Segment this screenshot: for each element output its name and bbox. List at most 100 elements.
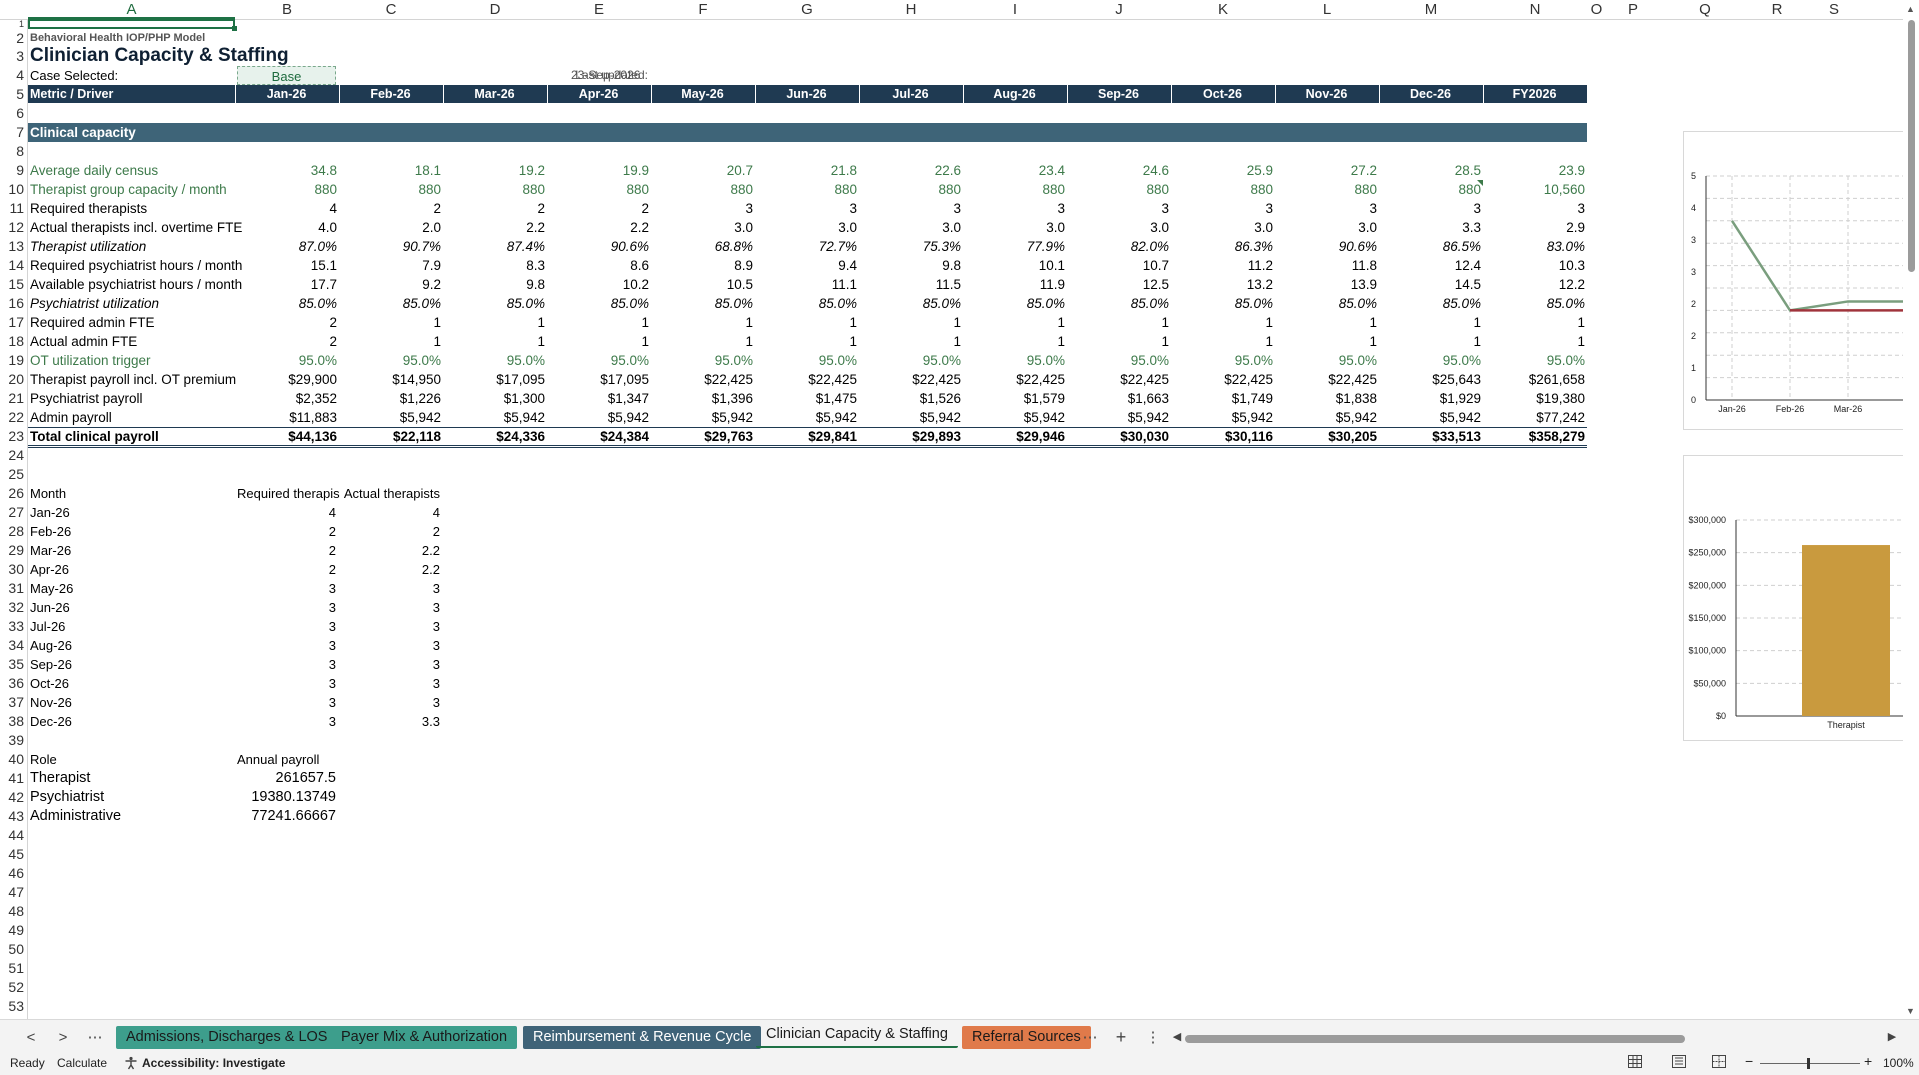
column-header-k[interactable]: K — [1171, 0, 1275, 19]
metric-value[interactable]: 82.0% — [1069, 237, 1169, 256]
metric-value[interactable]: 2 — [237, 332, 337, 351]
metric-label[interactable]: Therapist utilization — [30, 237, 265, 256]
metric-value[interactable]: 12.4 — [1381, 256, 1481, 275]
zoom-level[interactable]: 100% — [1883, 1056, 1914, 1070]
metric-label[interactable]: Psychiatrist payroll — [30, 389, 265, 408]
table2-cell[interactable]: 2.2 — [341, 560, 440, 579]
row-header-47[interactable]: 47 — [0, 883, 24, 902]
comment-indicator[interactable] — [1477, 180, 1483, 186]
therapists-line-chart[interactable]: Jan-26Feb-26Mar-26A01223345 — [1683, 131, 1907, 430]
header-month[interactable]: Aug-26 — [965, 85, 1064, 104]
metric-value[interactable]: 23.4 — [965, 161, 1065, 180]
sheet-grid[interactable]: Behavioral Health IOP/PHP Model Clinician… — [28, 19, 1903, 1019]
metric-value[interactable]: 85.0% — [341, 294, 441, 313]
row-header-31[interactable]: 31 — [0, 579, 24, 598]
table2-cell[interactable]: 3.3 — [341, 712, 440, 731]
metric-value[interactable]: $5,942 — [445, 408, 545, 427]
metric-value[interactable]: 75.3% — [861, 237, 961, 256]
column-header-q[interactable]: Q — [1660, 0, 1750, 19]
metric-value[interactable]: $1,396 — [653, 389, 753, 408]
metric-value[interactable]: $1,929 — [1381, 389, 1481, 408]
horizontal-scroll-thumb[interactable] — [1185, 1035, 1685, 1043]
row-header-7[interactable]: 7 — [0, 123, 24, 142]
metric-label[interactable]: Required psychiatrist hours / month — [30, 256, 265, 275]
row-header-48[interactable]: 48 — [0, 902, 24, 921]
row-header-32[interactable]: 32 — [0, 598, 24, 617]
metric-value[interactable]: 1 — [1381, 313, 1481, 332]
table2-header[interactable]: Month — [30, 484, 232, 503]
metric-value[interactable]: 19.2 — [445, 161, 545, 180]
row-header-42[interactable]: 42 — [0, 788, 24, 807]
metric-value[interactable]: 3 — [965, 199, 1065, 218]
metric-label[interactable]: Total clinical payroll — [30, 427, 265, 446]
row-header-38[interactable]: 38 — [0, 712, 24, 731]
metric-value[interactable]: $30,030 — [1069, 427, 1169, 446]
metric-label[interactable]: Required admin FTE — [30, 313, 265, 332]
metric-value[interactable]: $1,838 — [1277, 389, 1377, 408]
metric-value[interactable]: 85.0% — [445, 294, 545, 313]
metric-value[interactable]: $1,663 — [1069, 389, 1169, 408]
table2-cell[interactable]: 3 — [237, 693, 336, 712]
metric-value[interactable]: $30,205 — [1277, 427, 1377, 446]
metric-value[interactable]: 95.0% — [445, 351, 545, 370]
metric-value[interactable]: 3 — [1381, 199, 1481, 218]
metric-value[interactable]: 880 — [653, 180, 753, 199]
row-header-26[interactable]: 26 — [0, 484, 24, 503]
tab-overflow-icon[interactable]: ⋯ — [1080, 1026, 1100, 1049]
metric-value[interactable]: 1 — [1277, 332, 1377, 351]
table2-cell[interactable]: 3 — [237, 674, 336, 693]
metric-value[interactable]: 95.0% — [237, 351, 337, 370]
metric-value[interactable]: 87.4% — [445, 237, 545, 256]
metric-value[interactable]: $5,942 — [1277, 408, 1377, 427]
metric-label[interactable]: Therapist group capacity / month — [30, 180, 265, 199]
table2-cell[interactable]: 2 — [237, 522, 336, 541]
column-header-p[interactable]: P — [1606, 0, 1660, 19]
metric-value[interactable]: 1 — [653, 313, 753, 332]
table3-header[interactable]: Annual payroll — [237, 750, 336, 769]
metric-label[interactable]: Actual therapists incl. overtime FTE — [30, 218, 265, 237]
metric-value[interactable]: 2.2 — [549, 218, 649, 237]
metric-value[interactable]: 28.5 — [1381, 161, 1481, 180]
row-header-5[interactable]: 5 — [0, 85, 24, 104]
column-header-l[interactable]: L — [1275, 0, 1379, 19]
metric-value[interactable]: 2 — [445, 199, 545, 218]
metric-value[interactable]: $11,883 — [237, 408, 337, 427]
metric-value[interactable]: 3 — [1485, 199, 1585, 218]
metric-value[interactable]: 1 — [1173, 313, 1273, 332]
table2-cell[interactable]: Feb-26 — [30, 522, 232, 541]
row-header-52[interactable]: 52 — [0, 978, 24, 997]
page-break-icon[interactable] — [1712, 1055, 1726, 1071]
metric-label[interactable]: Admin payroll — [30, 408, 265, 427]
metric-value[interactable]: $5,942 — [549, 408, 649, 427]
metric-value[interactable]: $17,095 — [549, 370, 649, 389]
metric-value[interactable]: 1 — [1381, 332, 1481, 351]
metric-value[interactable]: 1 — [445, 313, 545, 332]
metric-value[interactable]: 1 — [861, 332, 961, 351]
row-header-45[interactable]: 45 — [0, 845, 24, 864]
row-header-9[interactable]: 9 — [0, 161, 24, 180]
row-header-43[interactable]: 43 — [0, 807, 24, 826]
metric-value[interactable]: $5,942 — [1069, 408, 1169, 427]
row-header-18[interactable]: 18 — [0, 332, 24, 351]
metric-value[interactable]: 20.7 — [653, 161, 753, 180]
table2-cell[interactable]: 3 — [341, 674, 440, 693]
metric-value[interactable]: $22,425 — [1173, 370, 1273, 389]
metric-value[interactable]: 24.6 — [1069, 161, 1169, 180]
metric-value[interactable]: 10.3 — [1485, 256, 1585, 275]
metric-value[interactable]: 1 — [653, 332, 753, 351]
table2-cell[interactable]: Jan-26 — [30, 503, 232, 522]
hscroll-right-icon[interactable]: ▶ — [1885, 1026, 1899, 1049]
metric-value[interactable]: 3.0 — [1069, 218, 1169, 237]
metric-value[interactable]: $24,336 — [445, 427, 545, 446]
metric-value[interactable]: 8.3 — [445, 256, 545, 275]
metric-value[interactable]: 3 — [1277, 199, 1377, 218]
metric-value[interactable]: 85.0% — [1381, 294, 1481, 313]
row-header-4[interactable]: 4 — [0, 66, 24, 85]
column-header-g[interactable]: G — [755, 0, 859, 19]
table2-cell[interactable]: 2 — [237, 560, 336, 579]
metric-value[interactable]: $261,658 — [1485, 370, 1585, 389]
column-header-j[interactable]: J — [1067, 0, 1171, 19]
tab-next-icon[interactable]: > — [54, 1026, 72, 1049]
metric-value[interactable]: 8.9 — [653, 256, 753, 275]
metric-value[interactable]: $1,300 — [445, 389, 545, 408]
